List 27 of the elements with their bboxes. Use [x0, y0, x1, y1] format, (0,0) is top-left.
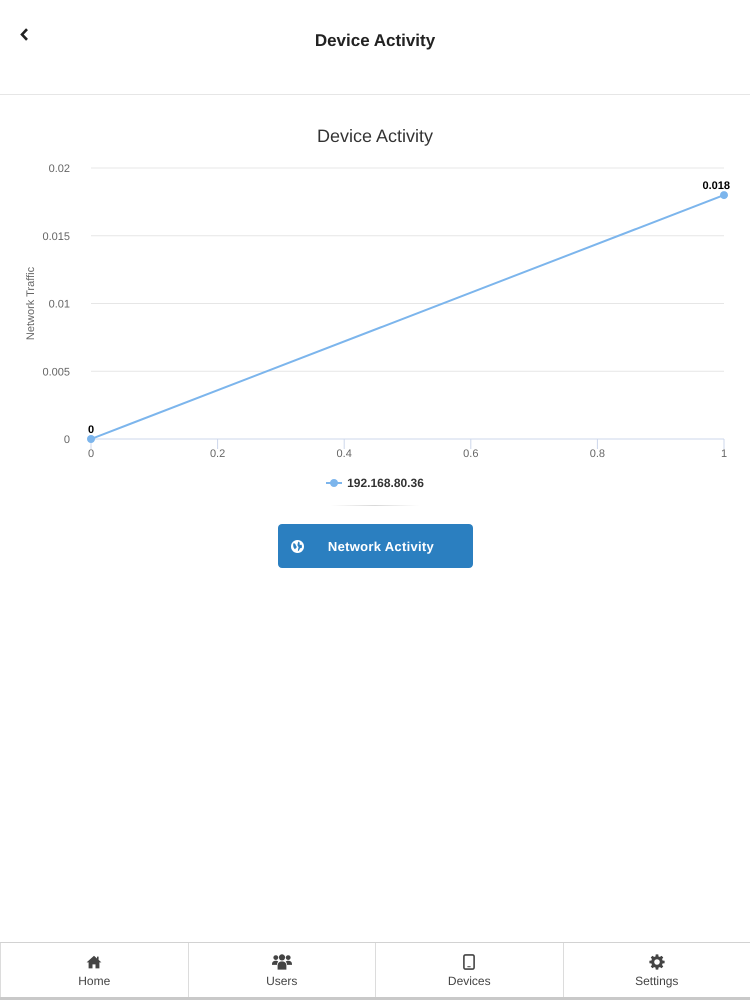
settings-icon — [648, 954, 665, 970]
data-label: 0 — [88, 424, 94, 436]
x-tick-label: 0.6 — [463, 448, 478, 460]
people-icon — [272, 954, 292, 970]
data-label: 0.018 — [702, 180, 730, 192]
tablet-icon — [463, 954, 476, 970]
legend-label[interactable]: 192.168.80.36 — [347, 476, 424, 490]
chart-title: Device Activity — [316, 126, 434, 146]
data-point — [720, 191, 728, 200]
network-activity-button[interactable]: Network Activity — [278, 524, 472, 568]
legend-marker-icon — [326, 479, 342, 487]
globe-icon — [290, 540, 304, 552]
page-title: Device Activity — [314, 30, 436, 52]
x-tick-label: 0.8 — [590, 448, 606, 460]
x-tick-label: 0 — [88, 448, 94, 460]
data-point — [87, 435, 95, 443]
y-tick-label: 0 — [64, 434, 70, 446]
back-icon[interactable] — [20, 28, 29, 41]
y-axis-title: Network Traffic — [25, 266, 37, 340]
x-tick-label: 1 — [720, 448, 728, 460]
x-tick-label: 0.2 — [210, 448, 226, 460]
y-tick-label: 0.015 — [42, 230, 70, 243]
y-tick-label: 0.02 — [48, 163, 70, 175]
x-tick-label: 0.4 — [336, 448, 352, 460]
y-tick-label: 0.01 — [48, 298, 70, 310]
y-tick-label: 0.005 — [42, 366, 70, 378]
home-icon — [86, 955, 102, 969]
